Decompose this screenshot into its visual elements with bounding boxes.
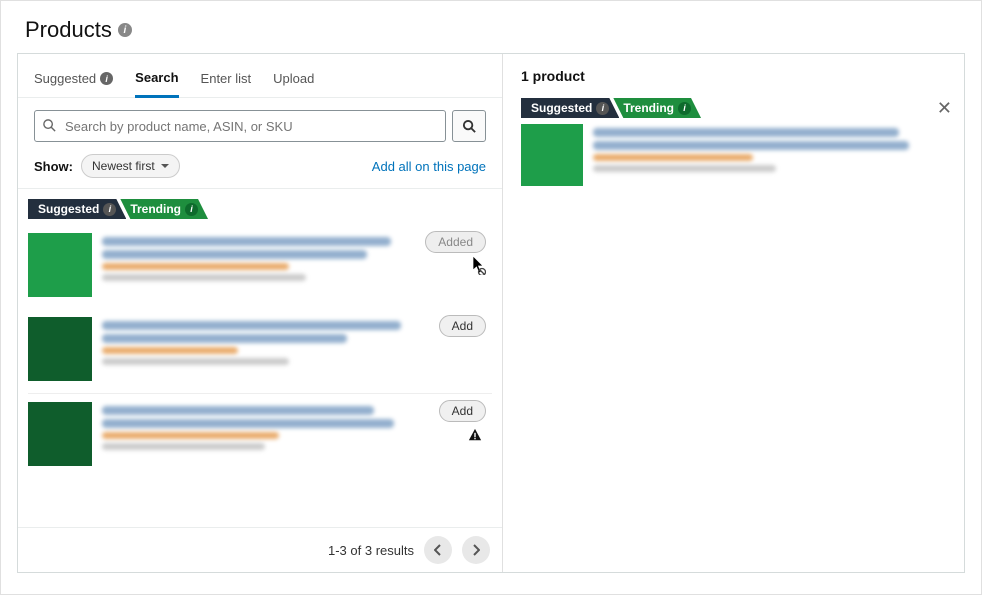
product-thumbnail[interactable]: [521, 124, 583, 186]
product-card: Added: [28, 225, 492, 309]
results-list: Suggested i Trending i: [18, 189, 502, 527]
content-frame: Suggested i Search Enter list Upload: [17, 53, 965, 573]
trending-badge: Trending i: [613, 98, 701, 118]
selection-count: 1 product: [521, 68, 946, 84]
product-thumbnail[interactable]: [28, 402, 92, 466]
badge-row: Suggested i Trending i: [521, 98, 946, 118]
product-card: Add: [28, 394, 492, 478]
info-icon[interactable]: i: [118, 23, 132, 37]
product-thumbnail[interactable]: [28, 233, 92, 297]
tab-search[interactable]: Search: [135, 64, 178, 98]
suggested-badge: Suggested i: [521, 98, 619, 118]
button-label: Added: [438, 235, 473, 249]
tab-suggested[interactable]: Suggested i: [34, 65, 113, 96]
chevron-down-icon: [161, 159, 169, 173]
info-icon: i: [678, 102, 691, 115]
selection-pane: 1 product ✕ Suggested i Trending i: [503, 54, 964, 572]
info-icon: i: [596, 102, 609, 115]
search-icon: [42, 118, 57, 133]
badge-label: Suggested: [38, 202, 99, 216]
chevron-left-icon: [434, 544, 442, 556]
badge-row: Suggested i Trending i: [28, 199, 492, 219]
badge-label: Suggested: [531, 101, 592, 115]
info-icon: i: [100, 72, 113, 85]
sort-value: Newest first: [92, 159, 155, 173]
prev-page-button[interactable]: [424, 536, 452, 564]
suggested-badge: Suggested i: [28, 199, 126, 219]
add-button[interactable]: Add: [439, 400, 486, 422]
button-label: Add: [452, 319, 473, 333]
trending-badge: Trending i: [120, 199, 208, 219]
tab-bar: Suggested i Search Enter list Upload: [18, 54, 502, 98]
badge-label: Trending: [130, 202, 181, 216]
sort-select[interactable]: Newest first: [81, 154, 180, 178]
product-card: Add: [28, 309, 492, 394]
results-footer: 1-3 of 3 results: [18, 527, 502, 572]
info-icon: i: [103, 203, 116, 216]
product-thumbnail[interactable]: [28, 317, 92, 381]
product-text: [102, 402, 492, 466]
chevron-right-icon: [472, 544, 480, 556]
tab-label: Search: [135, 70, 178, 85]
add-all-link[interactable]: Add all on this page: [372, 159, 486, 174]
remove-button[interactable]: ✕: [937, 98, 952, 119]
cursor-icon: [472, 255, 486, 275]
add-button[interactable]: Add: [439, 315, 486, 337]
selected-product: [521, 124, 946, 186]
tab-label: Upload: [273, 71, 314, 86]
search-button[interactable]: [452, 110, 486, 142]
page-title: Products: [25, 17, 112, 43]
results-summary: 1-3 of 3 results: [328, 543, 414, 558]
search-input[interactable]: [34, 110, 446, 142]
product-text: [102, 317, 492, 381]
info-icon: i: [185, 203, 198, 216]
tab-upload[interactable]: Upload: [273, 65, 314, 96]
badge-label: Trending: [623, 101, 674, 115]
button-label: Add: [452, 404, 473, 418]
search-icon: [462, 119, 477, 134]
warning-icon[interactable]: [468, 428, 482, 442]
show-label: Show:: [34, 159, 73, 174]
added-button: Added: [425, 231, 486, 253]
tab-enter-list[interactable]: Enter list: [201, 65, 252, 96]
next-page-button[interactable]: [462, 536, 490, 564]
search-pane: Suggested i Search Enter list Upload: [18, 54, 503, 572]
tab-label: Suggested: [34, 71, 96, 86]
tab-label: Enter list: [201, 71, 252, 86]
product-text: [593, 124, 946, 186]
